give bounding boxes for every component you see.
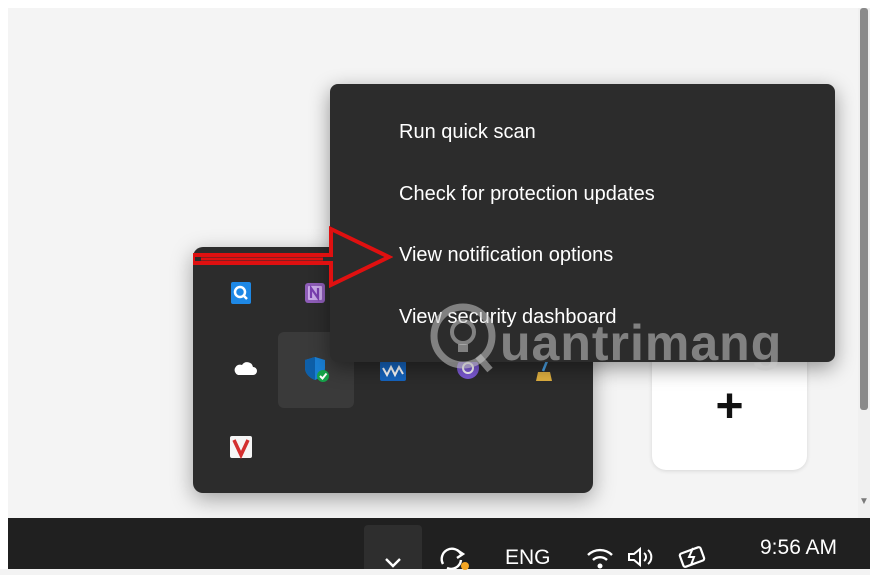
menu-item-check-protection-updates[interactable]: Check for protection updates (330, 166, 835, 222)
show-hidden-icons-button[interactable] (364, 525, 422, 569)
wifi-icon[interactable] (584, 544, 616, 574)
menu-item-run-quick-scan[interactable]: Run quick scan (330, 104, 835, 160)
chevron-down-icon (385, 558, 401, 568)
volume-icon[interactable] (626, 545, 658, 574)
onenote-icon[interactable] (298, 276, 332, 310)
menu-item-view-security-dashboard[interactable]: View security dashboard (330, 289, 835, 345)
input-language-indicator[interactable]: ENG (505, 547, 551, 569)
menu-item-view-notification-options[interactable]: View notification options (330, 227, 835, 283)
defender-context-menu: Run quick scan Check for protection upda… (330, 84, 835, 362)
top-strip (0, 0, 870, 8)
left-strip (0, 0, 8, 569)
windows-security-shield-icon[interactable] (299, 352, 333, 386)
plus-icon: + (715, 380, 744, 433)
taskbar-clock[interactable]: 9:56 AM (760, 536, 837, 560)
magnifier-app-icon[interactable] (224, 276, 258, 310)
antivirus-v-icon[interactable] (224, 430, 258, 464)
scroll-down-arrow-icon[interactable]: ▼ (858, 494, 870, 510)
onedrive-cloud-icon[interactable] (228, 352, 262, 386)
sync-refresh-icon[interactable] (437, 544, 473, 575)
add-card[interactable]: + (652, 345, 807, 470)
battery-charging-icon[interactable] (676, 543, 710, 574)
scrollbar-thumb[interactable] (860, 8, 868, 410)
